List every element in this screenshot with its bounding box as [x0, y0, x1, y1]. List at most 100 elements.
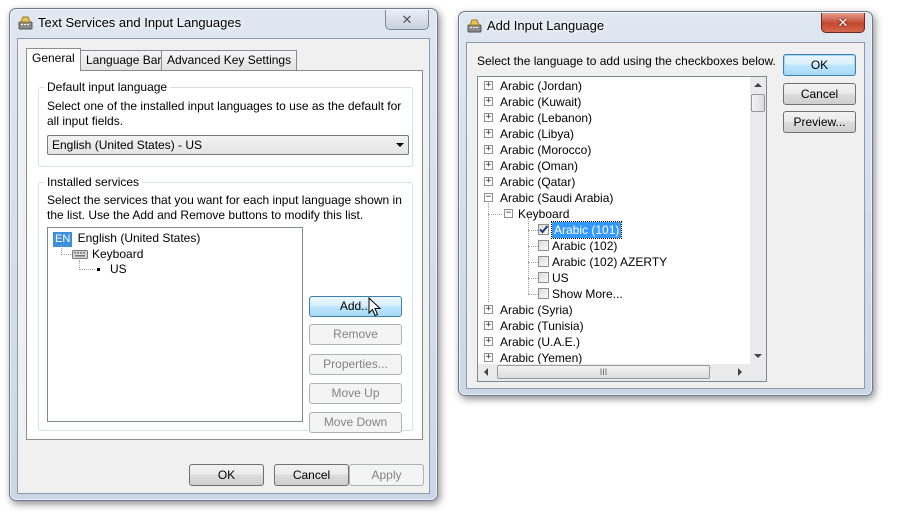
tree-language-node[interactable]: Arabic (U.A.E.) [500, 334, 580, 350]
tab-label: Advanced Key Settings [167, 53, 292, 67]
tree-connector [528, 294, 538, 295]
apply-button[interactable]: Apply [349, 464, 424, 486]
tree-connector [488, 214, 502, 215]
preview-button[interactable]: Preview... [783, 111, 856, 133]
expand-icon[interactable]: + [484, 305, 493, 314]
collapse-icon[interactable]: − [504, 209, 513, 218]
instruction-text: Select the language to add using the che… [477, 54, 776, 68]
tree-language-node[interactable]: Arabic (Saudi Arabia) [500, 190, 613, 206]
tree-item-label: Arabic (Qatar) [500, 175, 576, 189]
horizontal-scrollbar[interactable]: III [478, 364, 750, 381]
installed-services-tree[interactable]: EN English (United States) Keyboard US [47, 227, 303, 422]
expand-icon[interactable]: + [484, 145, 493, 154]
tree-language-node[interactable]: Arabic (Tunisia) [500, 318, 584, 334]
checkbox-icon[interactable] [538, 240, 549, 251]
dialog-client-area: General Language Bar Advanced Key Settin… [17, 38, 430, 494]
close-button[interactable]: ✕ [385, 10, 429, 30]
tree-connector [528, 230, 538, 231]
tree-item-label: Arabic (Yemen) [500, 351, 583, 365]
tree-keyboard-node[interactable]: US [552, 270, 569, 286]
expand-icon[interactable]: + [484, 177, 493, 186]
button-label: Properties... [323, 357, 388, 371]
checkbox-icon[interactable] [538, 256, 549, 267]
expand-icon[interactable]: + [484, 81, 493, 90]
expand-icon[interactable]: + [484, 337, 493, 346]
button-label: OK [217, 468, 236, 482]
scroll-left-icon[interactable] [484, 368, 488, 376]
tree-language-node[interactable]: Arabic (Oman) [500, 158, 578, 174]
default-language-dropdown[interactable]: English (United States) - US [47, 135, 409, 155]
button-label: Apply [371, 468, 402, 482]
button-label: Add... [339, 299, 372, 313]
collapse-icon[interactable]: − [484, 193, 493, 202]
button-label: Remove [333, 327, 378, 341]
cancel-button[interactable]: Cancel [274, 464, 349, 486]
scrollbar-thumb[interactable]: III [497, 365, 710, 379]
tree-connector [528, 262, 538, 263]
ok-button[interactable]: OK [189, 464, 264, 486]
tree-keyboard-node[interactable]: Show More... [552, 286, 623, 302]
expand-icon[interactable]: + [484, 321, 493, 330]
tree-keyboard-node[interactable]: Arabic (101) [550, 221, 623, 239]
vertical-scrollbar[interactable] [750, 77, 766, 364]
button-label: Cancel [800, 87, 839, 101]
checkbox-icon[interactable] [538, 288, 549, 299]
tab-advanced-key-settings[interactable]: Advanced Key Settings [161, 50, 298, 71]
tree-item-label: Arabic (U.A.E.) [500, 335, 581, 349]
tree-item-label: Arabic (Saudi Arabia) [500, 191, 614, 205]
tree-item-label: Arabic (Syria) [500, 303, 573, 317]
scrollbar-grip: III [599, 367, 608, 377]
tree-language-node[interactable]: Arabic (Kuwait) [500, 94, 581, 110]
tree-language-node[interactable]: Arabic (Libya) [500, 126, 574, 142]
tab-general[interactable]: General [26, 48, 81, 71]
tree-connector [528, 246, 538, 247]
tree-category-node[interactable]: Keyboard [92, 246, 143, 262]
button-label: OK [810, 58, 829, 72]
expand-icon[interactable]: + [484, 97, 493, 106]
language-tree[interactable]: + Arabic (Jordan) + Arabic (Kuwait) + Arabic … [477, 76, 767, 382]
tree-language-node[interactable]: Arabic (Morocco) [500, 142, 591, 158]
tree-item-label: Arabic (102) AZERTY [552, 255, 668, 269]
tree-keyboard-node[interactable]: Arabic (102) AZERTY [552, 254, 667, 270]
scroll-down-icon[interactable] [754, 354, 762, 358]
move-up-button[interactable]: Move Up [309, 383, 402, 404]
tree-item-label: Arabic (101) [554, 223, 620, 237]
properties-button[interactable]: Properties... [309, 354, 402, 375]
scroll-up-icon[interactable] [754, 83, 762, 87]
close-icon: ✕ [837, 14, 849, 30]
tree-item-label: Keyboard [92, 247, 144, 261]
remove-button[interactable]: Remove [309, 324, 402, 345]
window-title: Text Services and Input Languages [38, 15, 242, 30]
tree-keyboard-node[interactable]: Arabic (102) [552, 238, 617, 254]
tree-language-node[interactable]: Arabic (Qatar) [500, 174, 575, 190]
tab-language-bar[interactable]: Language Bar [80, 50, 168, 71]
button-label: Preview... [793, 115, 846, 129]
tree-connector [488, 214, 489, 302]
cancel-button[interactable]: Cancel [783, 83, 856, 105]
move-down-button[interactable]: Move Down [309, 412, 402, 433]
ok-button[interactable]: OK [783, 54, 856, 76]
expand-icon[interactable]: + [484, 113, 493, 122]
tree-language-node[interactable]: Arabic (Jordan) [500, 78, 582, 94]
tree-language-node[interactable]: EN English (United States) [53, 230, 200, 247]
add-button[interactable]: Add... [309, 296, 402, 317]
close-button[interactable]: ✕ [821, 13, 865, 33]
tree-category-node[interactable]: Keyboard [518, 206, 569, 222]
tree-item-label: Show More... [552, 287, 623, 301]
keyboard-icon [467, 19, 482, 33]
tree-language-node[interactable]: Arabic (Lebanon) [500, 110, 592, 126]
tree-language-node[interactable]: Arabic (Syria) [500, 302, 573, 318]
scrollbar-thumb[interactable] [751, 94, 765, 112]
scroll-right-icon[interactable] [738, 368, 742, 376]
checkbox-icon[interactable] [538, 272, 549, 283]
expand-icon[interactable]: + [484, 129, 493, 138]
add-input-language-window: Add Input Language ✕ Select the language… [458, 11, 873, 396]
scrollbar-corner [750, 364, 766, 381]
expand-icon[interactable]: + [484, 161, 493, 170]
group-title: Default input language [44, 80, 171, 94]
checkbox-checked-icon[interactable] [538, 224, 549, 235]
dialog-client-area: Select the language to add using the che… [466, 42, 865, 389]
tree-keyboard-node[interactable]: US [110, 261, 127, 277]
tree-connector [79, 269, 95, 270]
expand-icon[interactable]: + [484, 353, 493, 362]
